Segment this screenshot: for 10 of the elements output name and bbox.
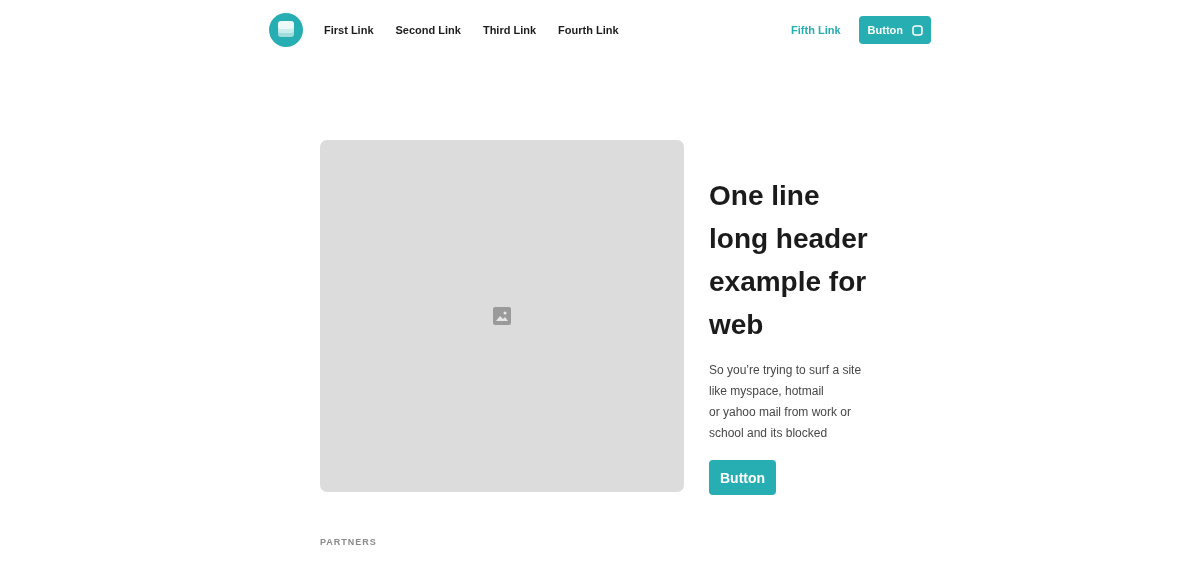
nav-link[interactable]: Third Link [482, 24, 537, 36]
hero-heading: One line long header example for web [709, 179, 869, 342]
nav-link[interactable]: Fourth Link [558, 24, 619, 36]
section-label: PARTNERS [320, 537, 377, 547]
logo-icon[interactable] [269, 13, 303, 47]
square-icon [912, 24, 923, 36]
nav-link[interactable]: Second Link [395, 24, 461, 36]
nav-link[interactable]: First Link [324, 24, 374, 36]
hero-description: So you’re trying to surf a site like myspace, hotmail or yahoo mail from work or school and its blocked [709, 362, 863, 442]
image-icon [493, 307, 511, 325]
